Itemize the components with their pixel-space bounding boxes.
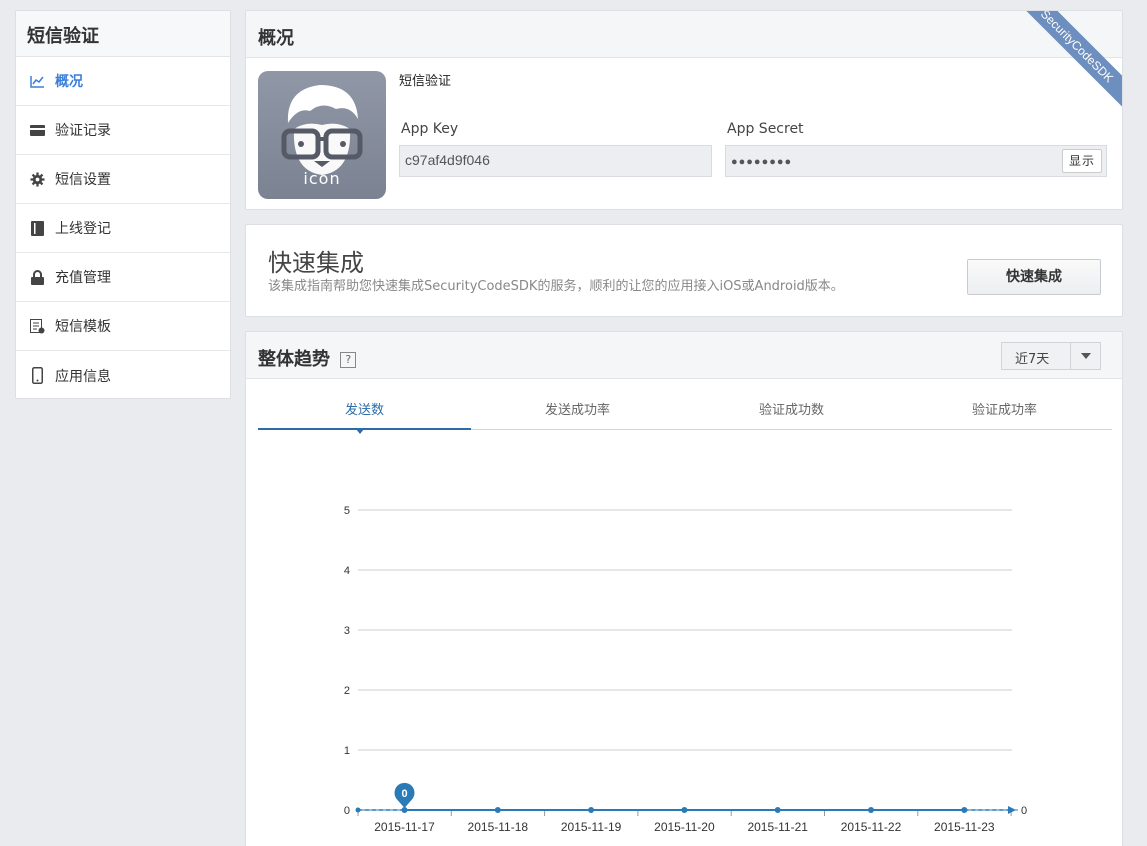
series-point [681, 807, 688, 813]
sidebar-item-records[interactable]: 验证记录 [16, 106, 230, 155]
series-point [588, 807, 595, 813]
overview-card: 概况 SecurityCodeSDK icon 短信验证 App Key c97… [245, 10, 1123, 210]
app-secret-field[interactable]: ●●●●●●●● 显示 [725, 145, 1107, 177]
trend-title: 整体趋势 [258, 349, 330, 370]
tab-send-count[interactable]: 发送数 [258, 380, 471, 434]
tab-verify-success-rate[interactable]: 验证成功率 [898, 380, 1111, 430]
highlight-pin [394, 782, 415, 808]
sidebar-item-overview[interactable]: 概况 [16, 57, 230, 106]
x-tick-label: 2015-11-18 [468, 820, 529, 834]
sidebar-item-recharge[interactable]: 充值管理 [16, 253, 230, 302]
series-point [961, 807, 968, 813]
app-secret-label: App Secret [727, 121, 804, 137]
app-icon: icon [258, 71, 386, 199]
lock-icon [29, 269, 45, 285]
y-tick-label: 0 [344, 805, 350, 817]
phone-icon [29, 367, 45, 384]
x-tick-label: 2015-11-19 [561, 820, 622, 834]
quick-integration-button[interactable]: 快速集成 [967, 259, 1101, 295]
sidebar-item-label: 短信模板 [55, 319, 111, 335]
y-tick-label: 3 [344, 625, 350, 637]
range-select-value: 近7天 [1015, 352, 1050, 367]
x-tick-label: 2015-11-22 [841, 820, 902, 834]
tab-send-success-rate[interactable]: 发送成功率 [471, 380, 684, 430]
y-tick-label: 4 [344, 565, 350, 577]
card-icon [29, 122, 45, 138]
sidebar-item-launch-register[interactable]: 上线登记 [16, 204, 230, 253]
quick-integration-card: 快速集成 该集成指南帮助您快速集成SecurityCodeSDK的服务，顺利的让… [245, 224, 1123, 317]
sidebar-item-label: 应用信息 [55, 368, 111, 385]
sidebar-item-label: 概况 [55, 74, 83, 90]
sidebar-item-app-info[interactable]: 应用信息 [16, 351, 230, 400]
template-icon [29, 318, 45, 334]
x-tick-label: 2015-11-17 [374, 820, 435, 834]
quick-integration-desc: 该集成指南帮助您快速集成SecurityCodeSDK的服务，顺利的让您的应用接… [268, 279, 844, 294]
sidebar-item-label: 充值管理 [55, 270, 111, 286]
show-secret-button[interactable]: 显示 [1062, 149, 1102, 173]
y-tick-label: 5 [344, 505, 350, 517]
quick-integration-title: 快速集成 [268, 249, 364, 277]
end-label: 0 [1021, 805, 1027, 817]
series-start-point [355, 807, 361, 813]
sidebar-item-label: 上线登记 [55, 221, 111, 237]
help-icon[interactable]: ? [340, 352, 357, 368]
chart-icon [29, 73, 45, 89]
y-tick-label: 2 [344, 685, 350, 697]
app-name: 短信验证 [399, 74, 452, 89]
sidebar: 短信验证 概况 验证记录 短信设置 上线登记 充值管理 短信模板 应用信息 [15, 10, 231, 399]
trend-header: 整体趋势 ? [246, 332, 1122, 379]
x-tick-label: 2015-11-23 [934, 820, 995, 834]
sidebar-item-label: 短信设置 [55, 172, 111, 188]
app-secret-value: ●●●●●●●● [731, 156, 793, 168]
chevron-down-icon[interactable] [1070, 343, 1100, 369]
tab-verify-success-count[interactable]: 验证成功数 [685, 380, 898, 430]
series-point [774, 807, 781, 813]
book-icon [29, 220, 45, 236]
sidebar-item-sms-settings[interactable]: 短信设置 [16, 155, 230, 204]
app-icon-label: icon [303, 169, 341, 188]
gear-icon [29, 171, 45, 187]
overview-title: 概况 [246, 11, 1122, 58]
x-tick-label: 2015-11-21 [747, 820, 808, 834]
range-select[interactable]: 近7天 [1001, 342, 1101, 370]
sidebar-title: 短信验证 [16, 11, 230, 57]
series-point [401, 807, 408, 813]
sidebar-item-sms-templates[interactable]: 短信模板 [16, 302, 230, 351]
y-tick-label: 1 [344, 745, 350, 757]
series-point [868, 807, 874, 813]
x-tick-label: 2015-11-20 [654, 820, 715, 834]
highlight-label: 0 [401, 788, 407, 800]
app-key-field[interactable]: c97af4d9f046 [399, 145, 712, 177]
series-point [494, 807, 501, 813]
sidebar-item-label: 验证记录 [55, 123, 111, 139]
app-key-label: App Key [401, 121, 459, 137]
trend-tabs: 发送数 发送成功率 验证成功数 验证成功率 [258, 380, 1112, 434]
trend-card: 整体趋势 ? 近7天 发送数 发送成功率 验证成功数 验证成功率 0 1 2 3 4 5 2… [245, 331, 1123, 846]
axis-arrow-icon [1008, 806, 1016, 814]
